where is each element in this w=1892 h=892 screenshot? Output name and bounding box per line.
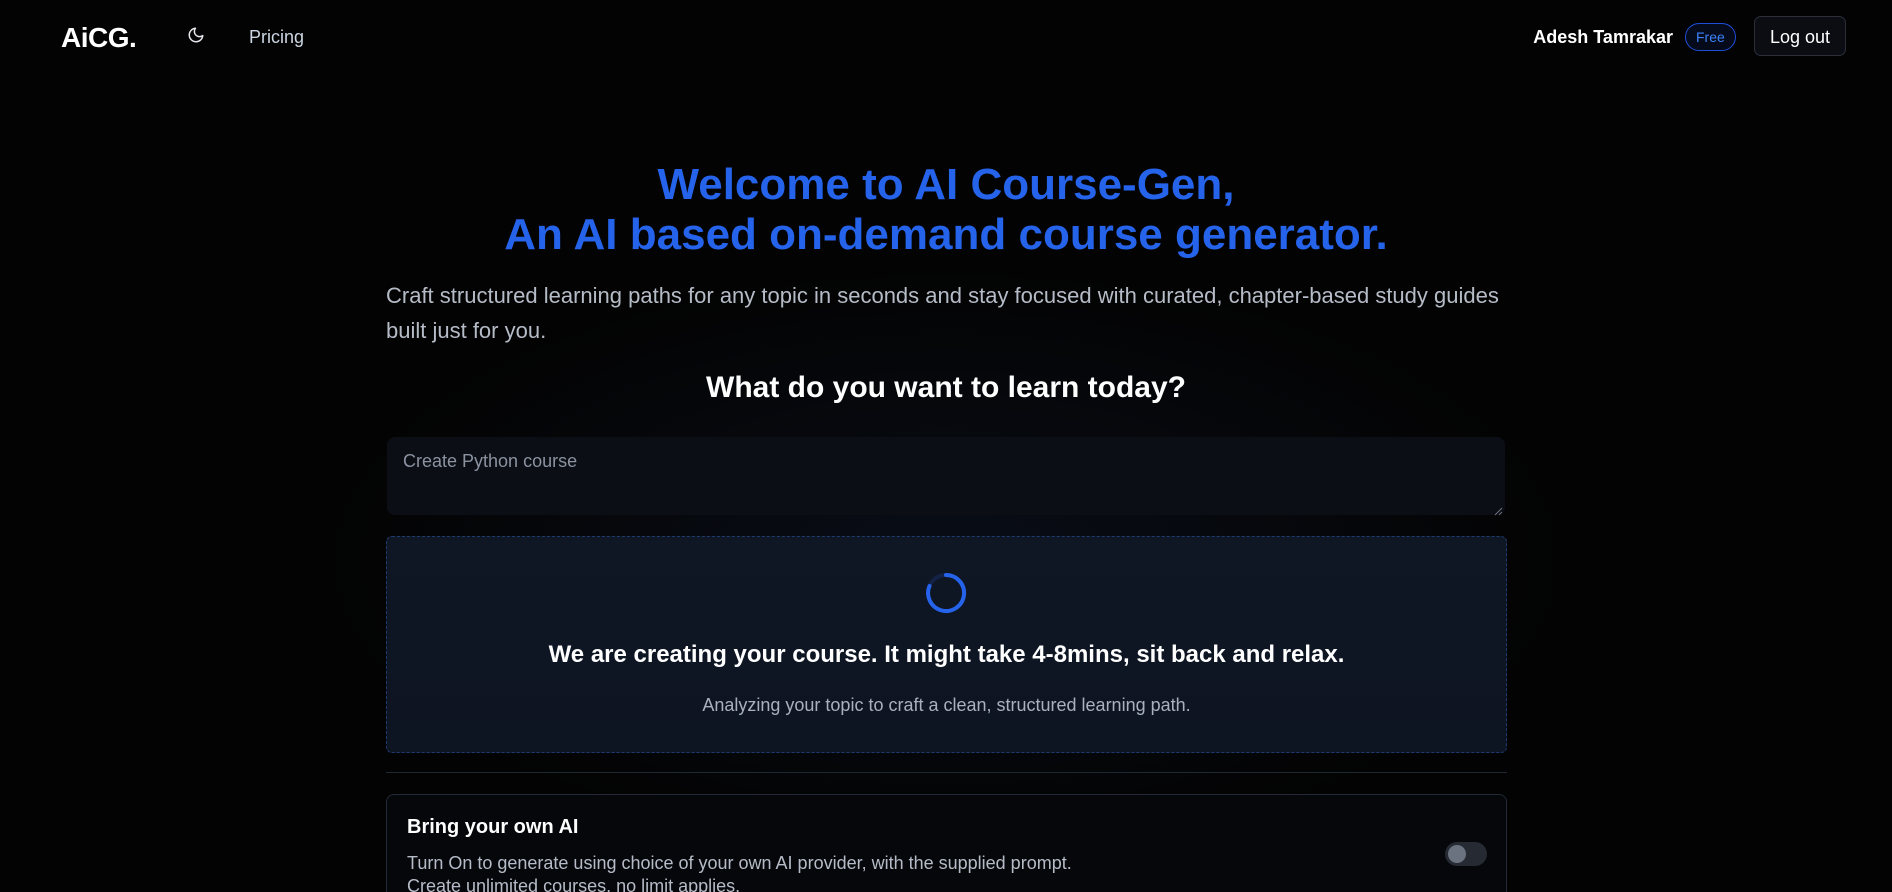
course-topic-input[interactable] — [387, 437, 1505, 515]
page-title-line-1: Welcome to AI Course-Gen, — [657, 160, 1235, 209]
byo-ai-description: Turn On to generate using choice of your… — [407, 852, 1307, 892]
divider — [386, 772, 1507, 773]
user-name: Adesh Tamrakar — [1533, 27, 1673, 47]
page: AiCG. Pricing Adesh Tamrakar Free Log ou… — [0, 0, 1892, 892]
page-title-line-2: An AI based on-demand course generator. — [504, 210, 1388, 259]
spinner-icon — [924, 571, 968, 615]
byo-ai-description-line-2: Create unlimited courses, no limit appli… — [407, 876, 741, 892]
resize-handle-icon[interactable] — [1494, 503, 1503, 516]
page-title: Welcome to AI Course-Gen, An AI based on… — [0, 160, 1892, 260]
toggle-knob — [1448, 845, 1466, 863]
byo-ai-description-line-1: Turn On to generate using choice of your… — [407, 853, 1072, 873]
prompt-question: What do you want to learn today? — [706, 371, 1186, 404]
theme-toggle-button[interactable] — [182, 24, 210, 50]
byo-ai-title: Bring your own AI — [407, 816, 579, 838]
plan-badge: Free — [1685, 23, 1736, 51]
loading-subtitle: Analyzing your topic to craft a clean, s… — [702, 695, 1191, 715]
page-subtitle: Craft structured learning paths for any … — [386, 283, 1499, 343]
logo[interactable]: AiCG. — [61, 22, 137, 54]
nav-link-pricing[interactable]: Pricing — [249, 26, 304, 48]
byo-ai-toggle[interactable] — [1445, 842, 1487, 866]
logout-button[interactable]: Log out — [1754, 16, 1846, 56]
top-nav: AiCG. Pricing Adesh Tamrakar Free Log ou… — [0, 0, 1892, 74]
loading-title: We are creating your course. It might ta… — [548, 641, 1345, 668]
moon-icon — [187, 26, 205, 49]
